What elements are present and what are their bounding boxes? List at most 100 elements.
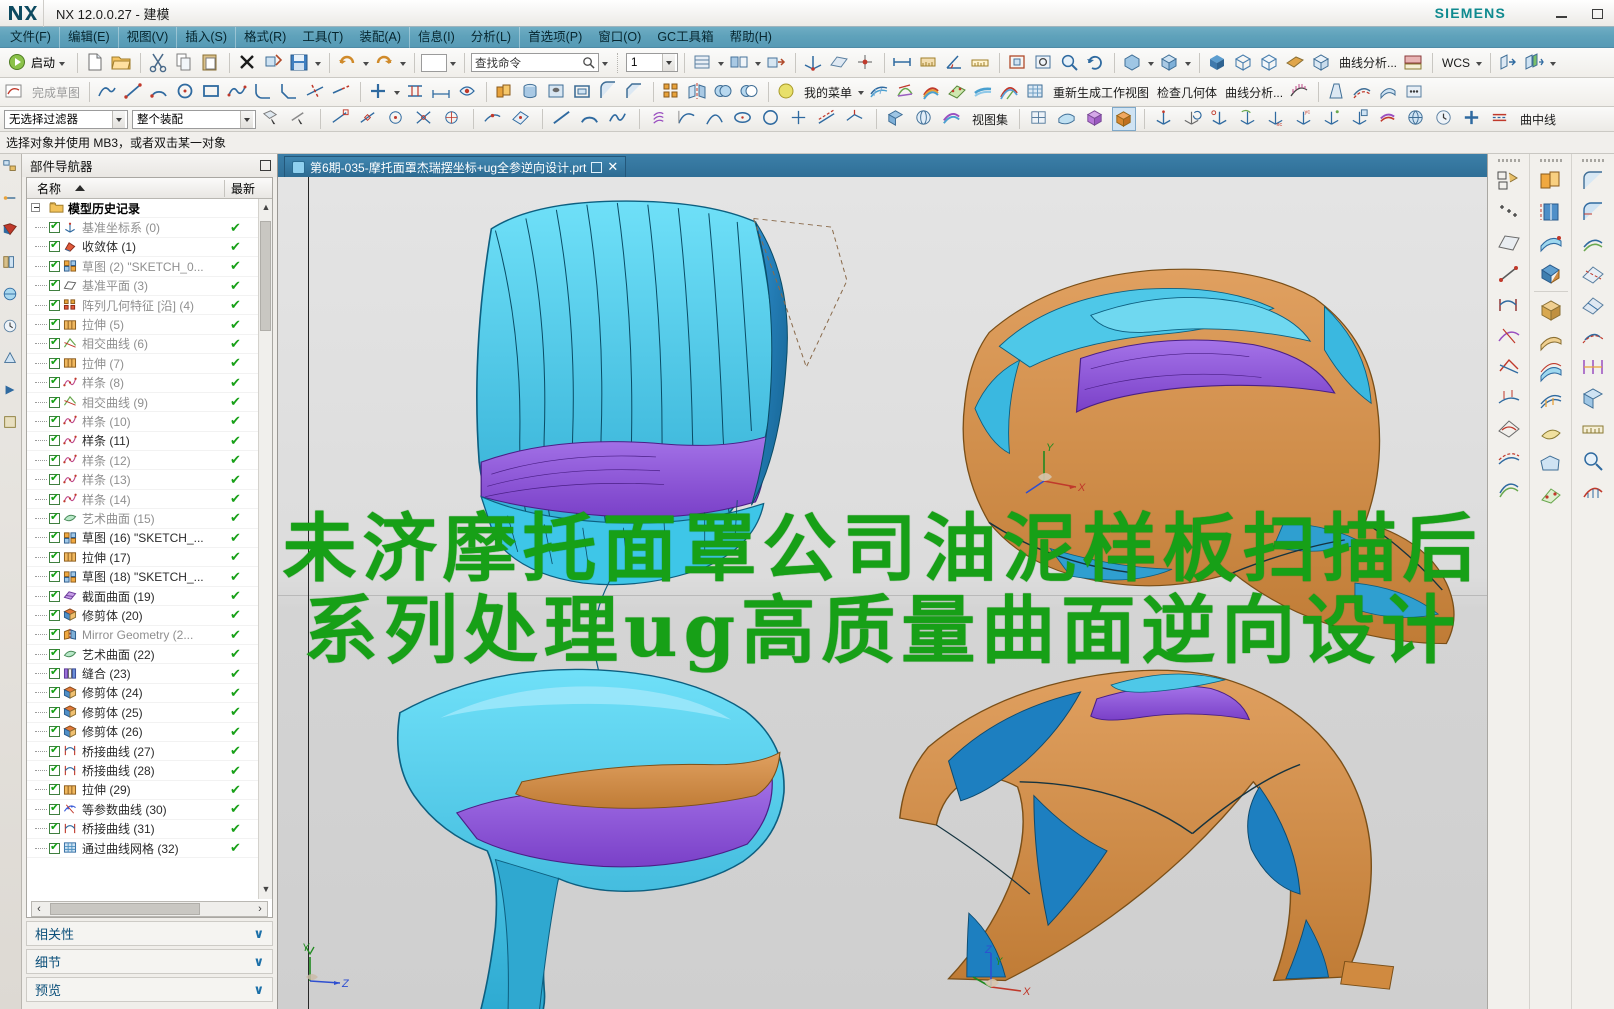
csys-origin-icon[interactable] [1209, 107, 1233, 131]
rail-grip-icon[interactable] [1496, 156, 1522, 165]
feature-checkbox[interactable] [49, 510, 60, 524]
tree-row-feature[interactable]: 基准坐标系 (0)✔ [27, 218, 272, 238]
rectangle-icon[interactable] [200, 80, 224, 104]
tree-horizontal-scrollbar[interactable]: ‹ › [31, 901, 268, 917]
curve-midline-label[interactable]: 曲中线 [1517, 111, 1559, 128]
profile-icon[interactable] [96, 80, 120, 104]
more-commands-icon[interactable] [1403, 80, 1427, 104]
feature-checkbox[interactable] [49, 588, 60, 602]
csys-dynamic-icon[interactable] [1181, 107, 1205, 131]
box-primitive-icon[interactable] [1533, 294, 1569, 325]
display-wcs-icon[interactable] [1377, 107, 1401, 131]
project-curve-rail-icon[interactable] [1491, 382, 1527, 413]
extrude-tb-icon[interactable] [493, 80, 517, 104]
csys-yc-icon[interactable]: yc [1293, 107, 1317, 131]
revolve-icon[interactable] [519, 80, 543, 104]
offset-curve-icon[interactable] [816, 107, 840, 131]
tree-row-feature[interactable]: 相交曲线 (9)✔ [27, 393, 272, 413]
spline-tb-icon[interactable] [226, 80, 250, 104]
select-edge-icon[interactable] [288, 107, 312, 131]
save-view-icon[interactable] [591, 161, 603, 173]
point-cloud-icon[interactable] [1491, 196, 1527, 227]
tree-row-feature[interactable]: 桥接曲线 (31)✔ [27, 820, 272, 839]
scrollbar-thumb[interactable] [260, 221, 271, 331]
menu-information[interactable]: 信息(I) [410, 27, 463, 48]
line-icon[interactable] [122, 80, 146, 104]
dock-window-icon[interactable] [260, 160, 271, 171]
snap-point-on-curve-icon[interactable] [482, 107, 506, 131]
feature-checkbox[interactable] [49, 820, 60, 835]
roles-icon[interactable] [2, 382, 20, 400]
surface-curvature-icon[interactable] [998, 80, 1022, 104]
deviation-gauge-icon[interactable] [1575, 475, 1611, 506]
section-dependencies[interactable]: 相关性 ∨ [26, 921, 273, 946]
search-chevron-down-icon[interactable] [601, 52, 610, 74]
section-view-icon[interactable] [1284, 51, 1308, 75]
menu-tools[interactable]: 工具(T) [294, 27, 351, 48]
edge-blend-icon[interactable] [597, 80, 621, 104]
tree-row-feature[interactable]: 艺术曲面 (22)✔ [27, 645, 272, 665]
csys-xc-icon[interactable]: xc [1265, 107, 1289, 131]
my-menu-label[interactable]: 我的菜单 [801, 84, 855, 101]
layer-chevron-down-icon[interactable] [662, 54, 676, 71]
feature-checkbox[interactable] [49, 432, 60, 447]
tree-vertical-scrollbar[interactable]: ▲ ▼ [258, 199, 272, 899]
measure-distance-icon[interactable] [891, 51, 915, 75]
tree-row-feature[interactable]: Mirror Geometry (2...✔ [27, 626, 272, 645]
feature-checkbox[interactable] [49, 743, 60, 757]
chevron-down-icon[interactable]: ∨ [253, 954, 264, 970]
tree-row-feature[interactable]: 相交曲线 (6)✔ [27, 335, 272, 355]
view-front-icon[interactable] [1056, 107, 1080, 131]
pattern-feature-icon[interactable] [660, 80, 684, 104]
tree-row-feature[interactable]: 阵列几何特征 [沿] (4)✔ [27, 296, 272, 316]
zoom-window-icon[interactable] [1032, 51, 1056, 75]
curve-spline2-icon[interactable] [607, 107, 631, 131]
tree-row-feature[interactable]: 拉伸 (17)✔ [27, 548, 272, 568]
tree-row-feature[interactable]: 样条 (11)✔ [27, 432, 272, 452]
save-chevron-down-icon[interactable] [314, 52, 323, 74]
feature-checkbox[interactable] [49, 646, 60, 660]
menu-file[interactable]: 文件(F) [2, 26, 60, 48]
tree-row-feature[interactable]: 等参数曲线 (30)✔ [27, 800, 272, 820]
edge-blend-rail-icon[interactable] [1575, 196, 1611, 227]
scroll-down-icon[interactable]: ▼ [261, 884, 271, 896]
view-studio-icon[interactable] [941, 107, 965, 131]
assembly-scope-chevron-down-icon[interactable] [240, 110, 253, 128]
combine-curve-icon[interactable] [1491, 475, 1527, 506]
measure-body-icon[interactable] [917, 51, 941, 75]
curve-midline-icon[interactable] [1489, 107, 1513, 131]
datum-plane-tb-icon[interactable] [828, 51, 852, 75]
tree-row-feature[interactable]: 样条 (10)✔ [27, 412, 272, 432]
scroll-left-icon[interactable]: ‹ [32, 903, 46, 915]
csys-constructor-icon[interactable] [1153, 107, 1177, 131]
layout-icon[interactable] [1028, 107, 1052, 131]
face-blend-icon[interactable] [1575, 165, 1611, 196]
menu-analysis[interactable]: 分析(L) [463, 26, 521, 48]
chamfer-icon[interactable] [278, 80, 302, 104]
offset-face-icon[interactable] [1575, 227, 1611, 258]
measure-length-icon[interactable] [969, 51, 993, 75]
show-constraints-icon[interactable] [456, 80, 480, 104]
menu-preferences[interactable]: 首选项(P) [520, 27, 590, 48]
subtract-icon[interactable] [738, 80, 762, 104]
analysis-ruler-icon[interactable] [1402, 51, 1426, 75]
feature-checkbox[interactable] [49, 238, 60, 253]
tree-row-feature[interactable]: 修剪体 (25)✔ [27, 703, 272, 723]
tree-row-feature[interactable]: 缝合 (23)✔ [27, 664, 272, 684]
point-set-icon[interactable] [788, 107, 812, 131]
curvature-comb-icon[interactable] [1288, 80, 1312, 104]
transform-icon[interactable] [262, 51, 286, 75]
view-shaded-icon[interactable] [885, 107, 909, 131]
close-icon[interactable]: ✕ [607, 159, 618, 175]
paste-icon[interactable] [199, 51, 223, 75]
tree-row-feature[interactable]: 基准平面 (3)✔ [27, 277, 272, 296]
feature-checkbox[interactable] [49, 374, 60, 389]
feature-checkbox[interactable] [49, 335, 60, 350]
feature-checkbox[interactable] [49, 316, 60, 331]
feature-checkbox[interactable] [49, 452, 60, 466]
feature-checkbox[interactable] [49, 258, 60, 272]
csys-rotate-icon[interactable] [1237, 107, 1261, 131]
dimension-icon[interactable] [430, 80, 454, 104]
feature-checkbox[interactable] [49, 684, 60, 699]
assembly-scope-combo[interactable]: 整个装配 [132, 109, 256, 129]
